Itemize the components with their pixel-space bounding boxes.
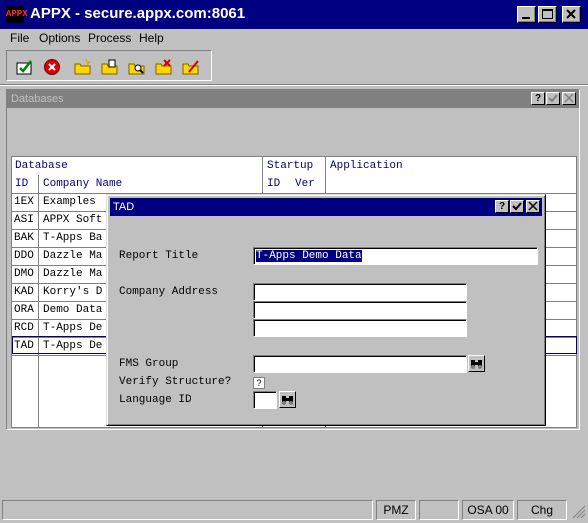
- dialog-title: TAD: [113, 201, 135, 213]
- cell-company-name: Dazzle Ma: [43, 250, 103, 262]
- fms-group-lookup-button[interactable]: [468, 355, 485, 372]
- status-blank: [419, 500, 459, 520]
- cell-company-name: Examples: [43, 196, 96, 208]
- window-title: APPX - secure.appx.com:8061: [30, 5, 246, 22]
- status-app: OSA 00: [462, 500, 514, 520]
- header-database: Database: [15, 160, 68, 172]
- language-lookup-button[interactable]: [279, 391, 296, 408]
- check-icon: [548, 94, 558, 103]
- folder-cancel-icon[interactable]: [154, 58, 174, 76]
- resize-grip-icon[interactable]: [572, 505, 586, 519]
- company-address-label: Company Address: [119, 286, 219, 298]
- fms-group-field[interactable]: [253, 355, 467, 373]
- close-icon: [528, 201, 538, 211]
- toolbar-separator: [0, 84, 588, 86]
- address-line-2-field[interactable]: [253, 301, 467, 319]
- maximize-icon: [542, 9, 553, 19]
- address-line-3-field[interactable]: [253, 319, 467, 337]
- folder-edit-icon[interactable]: [181, 58, 201, 76]
- status-user: PMZ: [376, 500, 416, 520]
- language-id-field[interactable]: [253, 391, 277, 409]
- fms-group-label: FMS Group: [119, 358, 179, 370]
- databases-title: Databases: [11, 93, 64, 105]
- toolbar: [6, 50, 212, 81]
- dialog-help-button[interactable]: ?: [495, 200, 509, 213]
- close-icon: [564, 93, 574, 103]
- databases-title-bar: Databases ?: [7, 90, 579, 108]
- status-bar: PMZ OSA 00 Chg: [0, 499, 588, 521]
- cell-id: DMO: [14, 268, 34, 280]
- cell-id: 1EX: [14, 196, 34, 208]
- report-title-label: Report Title: [119, 250, 199, 262]
- title-bar: APPX APPX - secure.appx.com:8061: [0, 0, 588, 29]
- status-message-panel: [2, 500, 373, 520]
- header-application: Application: [330, 160, 403, 172]
- cell-id: ASI: [14, 214, 34, 226]
- menu-file[interactable]: File: [10, 31, 29, 45]
- close-button[interactable]: [562, 6, 581, 23]
- appx-logo-icon: APPX: [6, 6, 28, 23]
- cancel-x-icon[interactable]: [43, 58, 63, 76]
- language-id-label: Language ID: [119, 394, 192, 406]
- header-startup: Startup: [267, 160, 314, 172]
- cell-company-name: T-Apps De: [43, 322, 103, 334]
- header-startup-id: ID: [267, 178, 281, 190]
- header-company-name: Company Name: [43, 178, 123, 190]
- folder-open-icon[interactable]: [100, 58, 120, 76]
- dialog-title-bar: TAD ?: [110, 198, 542, 216]
- menu-help[interactable]: Help: [139, 31, 164, 45]
- cell-id: BAK: [14, 232, 34, 244]
- ok-button[interactable]: [546, 92, 560, 105]
- ok-check-icon[interactable]: [15, 58, 35, 76]
- cell-id: DDO: [14, 250, 34, 262]
- report-title-field[interactable]: T-Apps Demo Data: [253, 247, 538, 265]
- minimize-button[interactable]: [517, 6, 536, 23]
- status-mode: Chg: [517, 500, 567, 520]
- tad-dialog: TAD ? Report Title T-Apps Demo Data Comp…: [106, 194, 546, 426]
- dialog-close-button[interactable]: [526, 200, 540, 213]
- help-button[interactable]: ?: [531, 92, 545, 105]
- maximize-button[interactable]: [538, 6, 557, 23]
- binoculars-icon: [282, 396, 293, 405]
- close-icon: [566, 9, 576, 19]
- cell-company-name: APPX Soft: [43, 214, 103, 226]
- cell-company-name: Dazzle Ma: [43, 268, 103, 280]
- check-icon: [512, 202, 522, 211]
- header-id: ID: [15, 178, 29, 190]
- menu-process[interactable]: Process: [88, 31, 131, 45]
- menu-bar: File Options Process Help: [0, 29, 588, 47]
- folder-new-icon[interactable]: [73, 58, 93, 76]
- cell-id: ORA: [14, 304, 34, 316]
- cell-company-name: T-Apps Ba: [43, 232, 103, 244]
- menu-options[interactable]: Options: [39, 31, 80, 45]
- cell-id: KAD: [14, 286, 34, 298]
- verify-structure-label: Verify Structure?: [119, 376, 232, 388]
- folder-search-icon[interactable]: [127, 58, 147, 76]
- header-startup-ver: Ver: [295, 178, 315, 190]
- report-title-value: T-Apps Demo Data: [256, 250, 362, 262]
- dialog-ok-button[interactable]: [510, 200, 524, 213]
- cell-company-name: Korry's D: [43, 286, 103, 298]
- cell-company-name: Demo Data: [43, 304, 103, 316]
- binoculars-icon: [471, 360, 482, 369]
- verify-structure-checkbox[interactable]: ?: [253, 377, 265, 389]
- cell-id: RCD: [14, 322, 34, 334]
- minimize-icon: [522, 17, 530, 19]
- child-close-button[interactable]: [562, 92, 576, 105]
- address-line-1-field[interactable]: [253, 283, 467, 301]
